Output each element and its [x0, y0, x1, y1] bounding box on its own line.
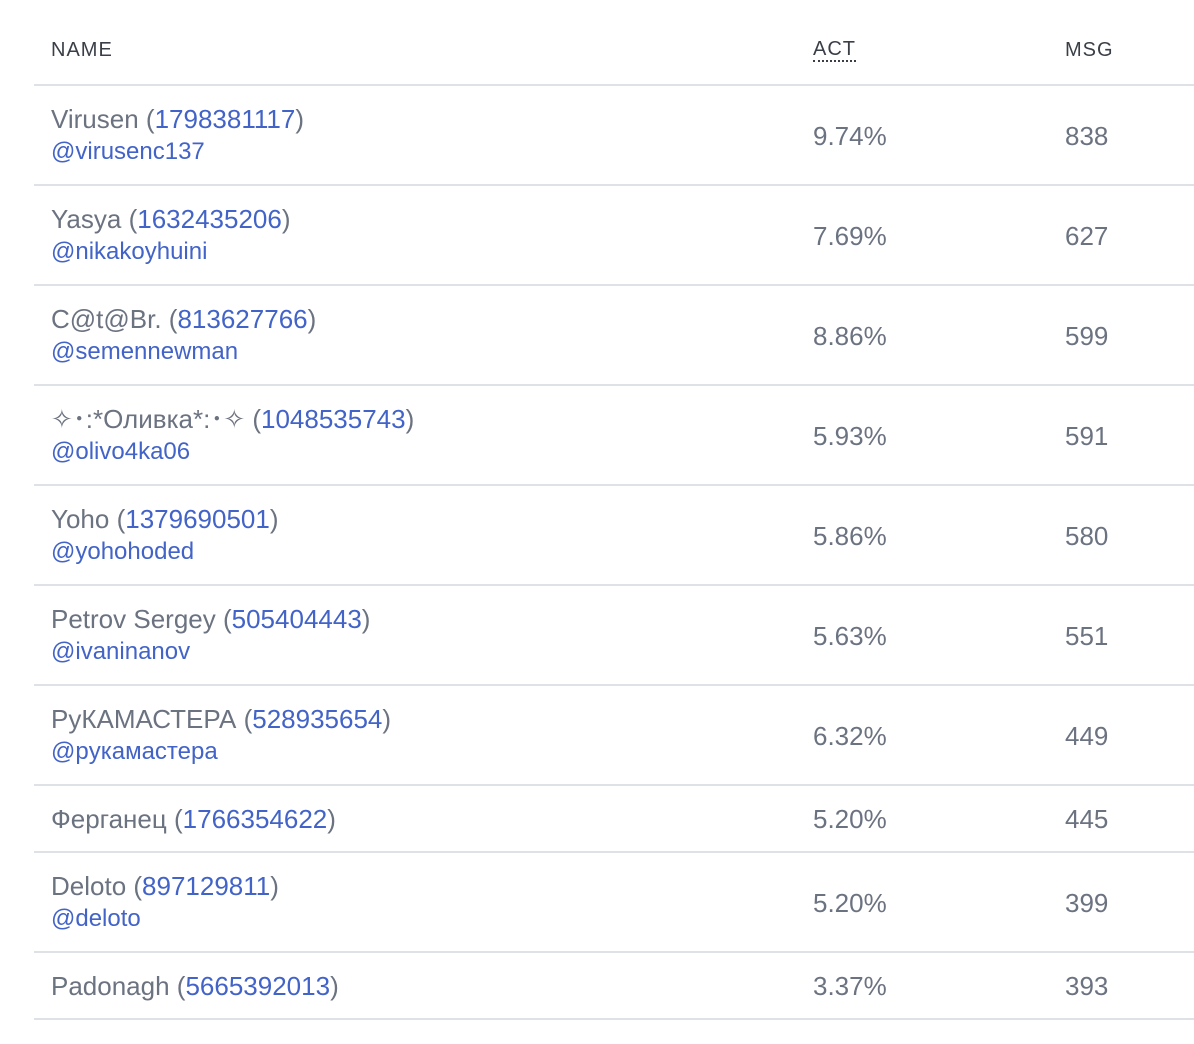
table-row: Yoho (1379690501) @yohohoded 5.86% 580 [34, 486, 1194, 586]
user-display-name: Ферганец [51, 804, 167, 834]
activity-value: 5.63% [813, 621, 887, 651]
table-row: Deloto (897129811) @deloto 5.20% 399 [34, 853, 1194, 953]
stats-table: NAME ACT MSG Virusen (1798381117) @virus… [34, 0, 1194, 1020]
table-row: Ферганец (1766354622) 5.20% 445 [34, 786, 1194, 853]
message-count: 580 [1065, 521, 1109, 551]
user-name-cell: Yoho (1379690501) @yohohoded [51, 503, 279, 569]
user-name-cell: Yasya (1632435206) @nikakoyhuini [51, 203, 291, 269]
header-name: NAME [51, 39, 113, 61]
message-count: 393 [1065, 971, 1109, 1001]
table-row: Petrov Sergey (505404443) @ivaninanov 5.… [34, 586, 1194, 686]
user-name-cell: Ферганец (1766354622) [51, 804, 336, 834]
user-display-name: Petrov Sergey [51, 604, 216, 634]
message-count: 627 [1065, 221, 1109, 251]
activity-value: 5.20% [813, 804, 887, 834]
user-id-link[interactable]: 528935654 [252, 704, 382, 734]
table-row: Virusen (1798381117) @virusenc137 9.74% … [34, 86, 1194, 186]
username-link[interactable]: @semennewman [51, 335, 316, 369]
user-id-link[interactable]: 813627766 [177, 304, 307, 334]
username-link[interactable]: @ivaninanov [51, 635, 370, 669]
table-row: Yasya (1632435206) @nikakoyhuini 7.69% 6… [34, 186, 1194, 286]
header-msg: MSG [1065, 39, 1114, 61]
user-display-name: Yoho [51, 504, 110, 534]
user-id-link[interactable]: 1798381117 [155, 104, 296, 134]
activity-value: 7.69% [813, 221, 887, 251]
user-name-cell: Virusen (1798381117) @virusenc137 [51, 103, 304, 169]
activity-value: 6.32% [813, 721, 887, 751]
message-count: 838 [1065, 121, 1109, 151]
activity-value: 9.74% [813, 121, 887, 151]
user-id-link[interactable]: 1632435206 [137, 204, 282, 234]
user-id-link[interactable]: 897129811 [142, 871, 270, 901]
user-name-cell: PyКАМАСТЕРА (528935654) @pyкамастера [51, 703, 391, 769]
message-count: 599 [1065, 321, 1109, 351]
table-row: PyКАМАСТЕРА (528935654) @pyкамастера 6.3… [34, 686, 1194, 786]
table-row: C@t@Br. (813627766) @semennewman 8.86% 5… [34, 286, 1194, 386]
table-header: NAME ACT MSG [34, 0, 1194, 86]
user-id-link[interactable]: 5665392013 [185, 971, 330, 1001]
user-display-name: Padonagh [51, 971, 170, 1001]
username-link[interactable]: @nikakoyhuini [51, 235, 291, 269]
message-count: 591 [1065, 421, 1109, 451]
user-name-cell: Deloto (897129811) @deloto [51, 870, 279, 936]
username-link[interactable]: @virusenc137 [51, 135, 304, 169]
user-display-name: ✧･:*Оливка*:･✧ [51, 404, 246, 434]
username-link[interactable]: @deloto [51, 902, 279, 936]
table-row: ✧･:*Оливка*:･✧ (1048535743) @olivo4ka06 … [34, 386, 1194, 486]
user-id-link[interactable]: 1048535743 [261, 404, 406, 434]
table-row: Padonagh (5665392013) 3.37% 393 [34, 953, 1194, 1020]
user-name-cell: C@t@Br. (813627766) @semennewman [51, 303, 316, 369]
user-name-cell: ✧･:*Оливка*:･✧ (1048535743) @olivo4ka06 [51, 403, 414, 469]
user-display-name: C@t@Br. [51, 304, 162, 334]
user-name-cell: Petrov Sergey (505404443) @ivaninanov [51, 603, 370, 669]
user-id-link[interactable]: 1379690501 [125, 504, 270, 534]
message-count: 449 [1065, 721, 1109, 751]
activity-value: 5.20% [813, 888, 887, 918]
username-link[interactable]: @olivo4ka06 [51, 435, 414, 469]
user-display-name: PyКАМАСТЕРА [51, 704, 237, 734]
message-count: 399 [1065, 888, 1109, 918]
user-id-link[interactable]: 1766354622 [183, 804, 328, 834]
activity-value: 3.37% [813, 971, 887, 1001]
user-display-name: Yasya [51, 204, 122, 234]
user-name-cell: Padonagh (5665392013) [51, 971, 339, 1001]
user-display-name: Virusen [51, 104, 139, 134]
message-count: 445 [1065, 804, 1109, 834]
user-id-link[interactable]: 505404443 [232, 604, 362, 634]
header-act[interactable]: ACT [813, 38, 856, 62]
activity-value: 5.86% [813, 521, 887, 551]
activity-value: 5.93% [813, 421, 887, 451]
activity-value: 8.86% [813, 321, 887, 351]
username-link[interactable]: @pyкамастера [51, 735, 391, 769]
message-count: 551 [1065, 621, 1109, 651]
user-display-name: Deloto [51, 871, 127, 901]
username-link[interactable]: @yohohoded [51, 535, 279, 569]
